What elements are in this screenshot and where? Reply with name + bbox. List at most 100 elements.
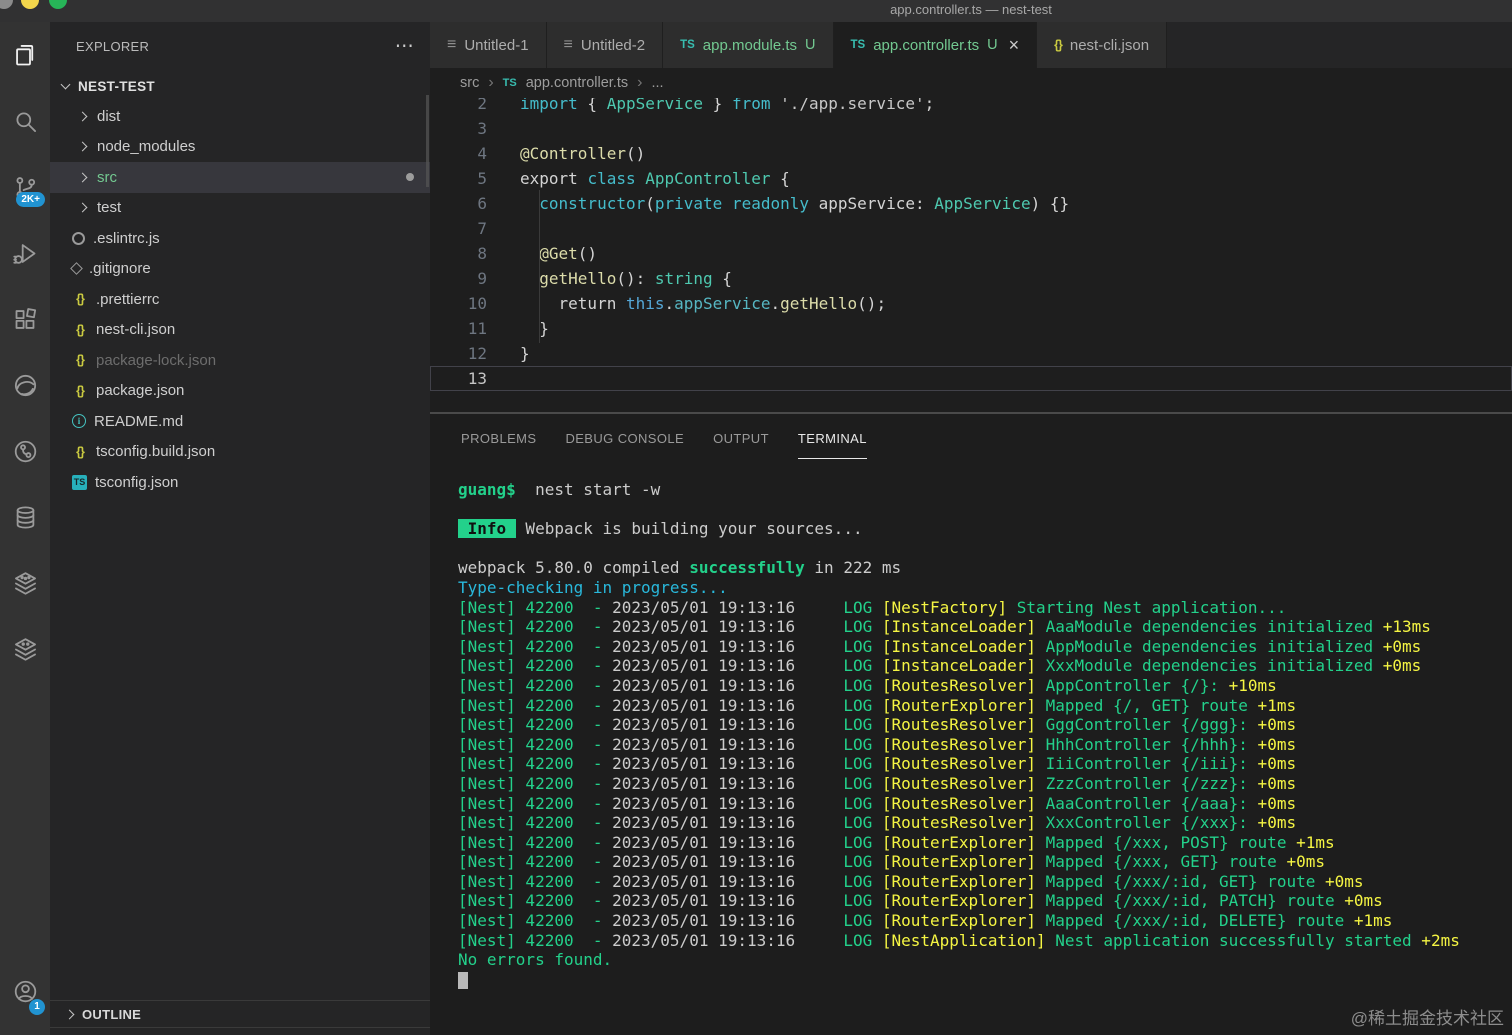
- code-line-11[interactable]: 11 }: [430, 316, 1512, 341]
- tab-app.module.ts[interactable]: TSapp.module.tsU: [663, 22, 833, 68]
- line-number: 4: [430, 141, 487, 166]
- terminal-no-errors-line: No errors found.: [458, 950, 1512, 970]
- code-line-3[interactable]: 3: [430, 116, 1512, 141]
- panel-tab-terminal[interactable]: TERMINAL: [798, 414, 867, 462]
- tab-label: nest-cli.json: [1070, 37, 1149, 54]
- terminal-log-line: [Nest] 42200 - 2023/05/01 19:13:16 LOG […: [458, 735, 1512, 755]
- title-bar[interactable]: app.controller.ts — nest-test: [0, 0, 1512, 22]
- terminal-log-line: [Nest] 42200 - 2023/05/01 19:13:16 LOG […: [458, 794, 1512, 814]
- tree-root-nest-test[interactable]: NEST-TEST: [50, 71, 430, 101]
- sidebar-scrollbar[interactable]: [426, 95, 429, 187]
- terminal-webpack-line: webpack 5.80.0 compiled successfully in …: [458, 558, 1512, 578]
- edge-browser-icon[interactable]: [0, 352, 50, 418]
- terminal[interactable]: guang$ nest start -w Info Webpack is bui…: [430, 462, 1512, 989]
- breadcrumb-folder[interactable]: src: [460, 75, 479, 91]
- tree-item-tsconfig.json[interactable]: TStsconfig.json: [50, 467, 430, 498]
- code-line-5[interactable]: 5export class AppController {: [430, 166, 1512, 191]
- terminal-log-line: [Nest] 42200 - 2023/05/01 19:13:16 LOG […: [458, 617, 1512, 637]
- tab-Untitled-2[interactable]: ≡Untitled-2: [547, 22, 664, 68]
- chevron-right-icon: [78, 111, 88, 121]
- tree-item-tsconfig.build.json[interactable]: {}tsconfig.build.json: [50, 437, 430, 468]
- tree-item-label: tsconfig.build.json: [96, 443, 215, 460]
- line-number: 8: [430, 241, 487, 266]
- tree-item-.prettierrc[interactable]: {}.prettierrc: [50, 284, 430, 315]
- tree-item-.gitignore[interactable]: .gitignore: [50, 254, 430, 285]
- code-line-6[interactable]: 6 constructor(private readonly appServic…: [430, 191, 1512, 216]
- layers-a-icon[interactable]: [0, 550, 50, 616]
- code-text: return this.appService.getHello();: [487, 291, 886, 316]
- explorer-icon[interactable]: [0, 22, 50, 88]
- terminal-log-line: [Nest] 42200 - 2023/05/01 19:13:16 LOG […: [458, 813, 1512, 833]
- tree-item-dist[interactable]: dist: [50, 101, 430, 132]
- window-maximize-button[interactable]: [49, 0, 67, 9]
- window-minimize-button[interactable]: [21, 0, 39, 9]
- account-icon[interactable]: 1: [0, 961, 50, 1021]
- live-share-icon[interactable]: [0, 418, 50, 484]
- code-line-2[interactable]: 2import { AppService } from './app.servi…: [430, 98, 1512, 116]
- code-line-8[interactable]: 8 @Get(): [430, 241, 1512, 266]
- tree-item-label: README.md: [94, 413, 183, 430]
- terminal-typecheck-line: Type-checking in progress...: [458, 578, 1512, 598]
- tree-item-package-lock.json[interactable]: {} package-lock.json: [50, 345, 430, 376]
- tree-item-label: package-lock.json: [96, 352, 216, 369]
- tree-item-package.json[interactable]: {}package.json: [50, 376, 430, 407]
- code-text: getHello(): string {: [487, 266, 732, 291]
- indent-guide: [539, 190, 540, 343]
- terminal-prompt: guang$: [458, 480, 516, 499]
- search-icon[interactable]: [0, 88, 50, 154]
- terminal-log-line: [Nest] 42200 - 2023/05/01 19:13:16 LOG […: [458, 931, 1512, 951]
- typescript-icon: TS: [680, 39, 695, 51]
- code-line-12[interactable]: 12}: [430, 341, 1512, 366]
- outline-section[interactable]: OUTLINE: [50, 1000, 430, 1028]
- line-number: 12: [430, 341, 487, 366]
- json-icon: {}: [72, 353, 88, 367]
- tree-item-label: tsconfig.json: [95, 474, 178, 491]
- close-icon[interactable]: ×: [1009, 35, 1020, 56]
- info-icon: i: [72, 414, 86, 428]
- json-icon: {}: [1054, 38, 1062, 52]
- code-line-4[interactable]: 4@Controller(): [430, 141, 1512, 166]
- outline-label: OUTLINE: [82, 1007, 141, 1022]
- window-close-button[interactable]: [0, 0, 13, 9]
- code-editor[interactable]: 2import { AppService } from './app.servi…: [430, 98, 1512, 412]
- tree-item-label: package.json: [96, 382, 184, 399]
- tree-item-test[interactable]: test: [50, 193, 430, 224]
- panel-tab-debug-console[interactable]: DEBUG CONSOLE: [565, 414, 684, 462]
- terminal-log-line: [Nest] 42200 - 2023/05/01 19:13:16 LOG […: [458, 872, 1512, 892]
- more-actions-icon[interactable]: ⋯: [395, 35, 414, 58]
- tree-item-label: test: [97, 199, 121, 216]
- panel-tab-output[interactable]: OUTPUT: [713, 414, 769, 462]
- code-text: export class AppController {: [487, 166, 790, 191]
- extensions-icon[interactable]: [0, 286, 50, 352]
- code-line-7[interactable]: 7: [430, 216, 1512, 241]
- terminal-log-line: [Nest] 42200 - 2023/05/01 19:13:16 LOG […: [458, 852, 1512, 872]
- database-icon[interactable]: [0, 484, 50, 550]
- tab-nest-cli.json[interactable]: {} nest-cli.json: [1037, 22, 1167, 68]
- tree-item-README.md[interactable]: i README.md: [50, 406, 430, 437]
- source-control-icon[interactable]: 2K+: [0, 154, 50, 220]
- breadcrumb-symbol[interactable]: ...: [651, 75, 663, 91]
- panel-tab-problems[interactable]: PROBLEMS: [461, 414, 536, 462]
- tree-item-label: dist: [97, 108, 120, 125]
- tree-item-src[interactable]: src: [50, 162, 430, 193]
- tree-item-.eslintrc.js[interactable]: .eslintrc.js: [50, 223, 430, 254]
- breadcrumb-file[interactable]: app.controller.ts: [526, 75, 628, 91]
- tab-app.controller.ts[interactable]: TSapp.controller.tsU×: [834, 22, 1038, 68]
- run-debug-icon[interactable]: [0, 220, 50, 286]
- tree-item-nest-cli.json[interactable]: {}nest-cli.json: [50, 315, 430, 346]
- modified-indicator: U: [805, 37, 815, 53]
- tab-Untitled-1[interactable]: ≡Untitled-1: [430, 22, 547, 68]
- breadcrumb[interactable]: src › TS app.controller.ts › ...: [430, 68, 1512, 98]
- tree-item-node_modules[interactable]: node_modules: [50, 132, 430, 163]
- chevron-right-icon: [78, 203, 88, 213]
- explorer-sidebar: EXPLORER ⋯ NEST-TEST dist node_modulessrc…: [50, 22, 430, 1035]
- account-badge: 1: [29, 999, 45, 1015]
- line-number: 6: [430, 191, 487, 216]
- layers-b-icon[interactable]: [0, 616, 50, 682]
- code-line-9[interactable]: 9 getHello(): string {: [430, 266, 1512, 291]
- typescript-icon: TS: [503, 77, 517, 89]
- code-line-13[interactable]: 13: [430, 366, 1512, 391]
- code-line-10[interactable]: 10 return this.appService.getHello();: [430, 291, 1512, 316]
- line-number: 5: [430, 166, 487, 191]
- explorer-title: EXPLORER: [76, 39, 149, 54]
